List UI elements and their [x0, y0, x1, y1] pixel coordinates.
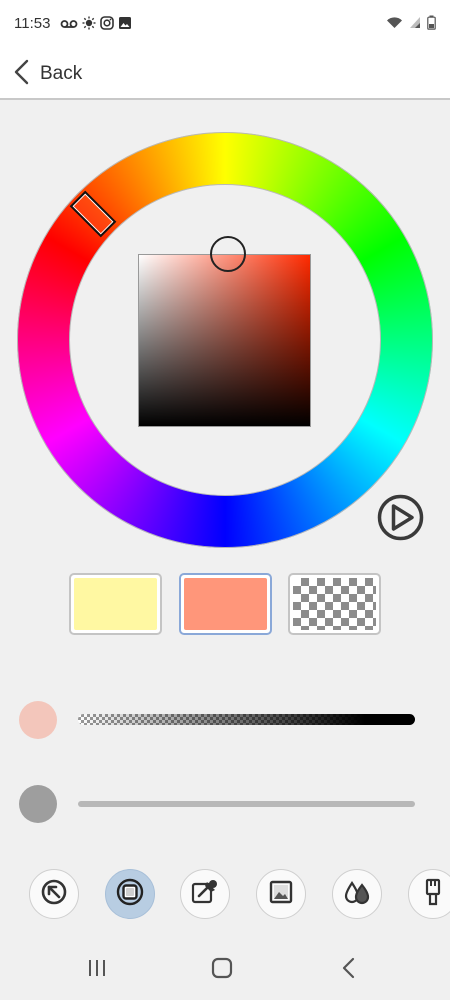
gallery-icon [118, 16, 132, 35]
play-icon [377, 494, 424, 545]
eyedropper-tool-button[interactable] [180, 869, 230, 919]
brightness-icon [82, 16, 96, 35]
signal-icon [409, 16, 421, 34]
swatch-yellow-fill [74, 578, 157, 630]
back-label: Back [40, 63, 83, 84]
home-icon [211, 957, 233, 984]
select-tool-button[interactable] [29, 869, 79, 919]
alpha-color-dot [19, 701, 57, 739]
back-button[interactable]: Back [12, 48, 82, 100]
brush-icon [418, 877, 448, 912]
recent-apps-icon [86, 958, 108, 983]
app-bar: Back [0, 48, 450, 100]
instagram-icon [100, 16, 114, 35]
status-bar: 11:53 [0, 0, 450, 48]
swatch-transparent-fill [293, 578, 376, 630]
wifi-icon [386, 16, 403, 34]
image-tool-button[interactable] [256, 869, 306, 919]
battery-icon [427, 15, 436, 35]
saturation-value-handle[interactable] [210, 236, 246, 272]
blend-tool-button[interactable] [332, 869, 382, 919]
back-icon [341, 957, 357, 984]
status-icons-left [60, 16, 132, 35]
gray-slider[interactable] [78, 801, 415, 807]
layer-square-icon [115, 877, 145, 912]
system-nav-bar [0, 940, 450, 1000]
image-icon [266, 877, 296, 912]
water-drops-icon [342, 877, 372, 912]
recent-apps-button[interactable] [82, 956, 112, 984]
swatch-salmon-fill [184, 578, 267, 630]
alpha-slider[interactable] [78, 714, 415, 725]
eyedropper-icon [190, 877, 220, 912]
status-icons-right [386, 15, 436, 35]
alpha-slider-fill [78, 714, 415, 725]
select-arrow-icon [39, 877, 69, 912]
chevron-left-icon [12, 59, 32, 90]
swatch-salmon[interactable] [179, 573, 272, 635]
saturation-value-square[interactable] [138, 254, 311, 427]
nav-back-button[interactable] [334, 956, 364, 984]
swatch-yellow[interactable] [69, 573, 162, 635]
color-wheel-area [0, 100, 450, 560]
status-time: 11:53 [14, 15, 51, 32]
play-button[interactable] [377, 494, 424, 541]
brush-tool-button[interactable] [408, 869, 450, 919]
voicemail-icon [60, 17, 78, 35]
home-button[interactable] [207, 956, 237, 984]
swatch-transparent[interactable] [288, 573, 381, 635]
gray-color-dot [19, 785, 57, 823]
layer-tool-button[interactable] [105, 869, 155, 919]
